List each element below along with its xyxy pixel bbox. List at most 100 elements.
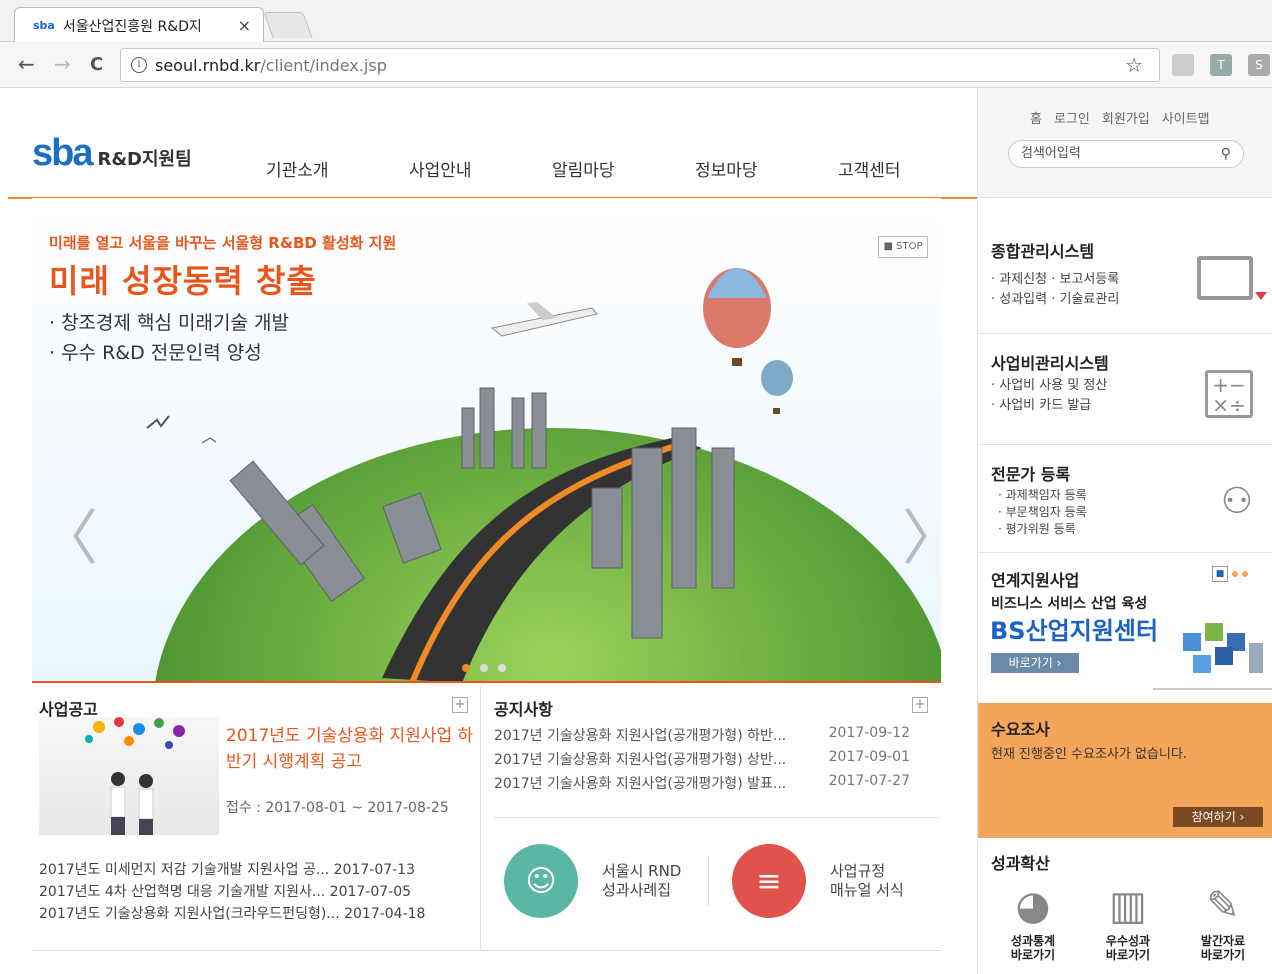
home-link[interactable]: 홈 <box>1030 108 1042 127</box>
search-icon[interactable]: ⚲ <box>1221 141 1231 167</box>
next-slide-icon[interactable]: 〉 <box>902 490 941 577</box>
hero-kicker: 미래를 열고 서울을 바꾸는 서울형 R&BD 활성화 지원 <box>49 234 397 252</box>
system-item[interactable]: · 사업비 사용 및 정산 <box>991 376 1107 396</box>
system-item[interactable]: · 부문책임자 등록 <box>998 504 1087 521</box>
notice-title: 2017년 기술상용화 지원사업(공개평가형) 상반... <box>494 752 787 768</box>
address-bar[interactable]: i seoul.rnbd.kr/client/index.jsp ☆ <box>120 48 1160 82</box>
slide-dot[interactable] <box>498 664 506 672</box>
login-link[interactable]: 로그인 <box>1054 108 1090 127</box>
linked-support-banner[interactable]: 연계지원사업 ■ 비즈니스 서비스 산업 육성 BS산업지원센터 바로가기 › <box>978 553 1272 703</box>
section-title: 공지사항 <box>494 700 553 719</box>
quick-link-casebook[interactable]: ☺ 서울시 RND 성과사례집 <box>504 844 681 918</box>
best-results-link[interactable]: ▥ 우수성과 바로가기 <box>1088 878 1168 962</box>
notice-title: 2017년 기술상용화 지원사업(공개평가형) 하반... <box>494 728 787 744</box>
announcement-thumbnail[interactable] <box>39 717 219 835</box>
calculator-icon: +− ×÷ <box>1205 370 1253 418</box>
system-item[interactable]: · 평가위원 등록 <box>998 521 1087 538</box>
forward-icon[interactable]: → <box>54 52 71 76</box>
info-icon[interactable]: i <box>131 57 147 73</box>
perf-label: 바로가기 <box>1200 948 1246 962</box>
sba-logo-mark: sba <box>32 132 94 174</box>
new-tab-button[interactable] <box>263 12 313 38</box>
extension-icon[interactable] <box>1172 54 1194 76</box>
pager-dot[interactable] <box>1242 571 1248 577</box>
notice-row[interactable]: 2017년 기술상용화 지원사업(공개평가형) 상반... 2017-09-01 <box>494 749 934 769</box>
expert-registration[interactable]: 전문가 등록 · 과제책임자 등록 · 부문책임자 등록 · 평가위원 등록 ⚇ <box>978 445 1272 553</box>
nav-business[interactable]: 사업안내 <box>409 156 552 181</box>
browser-toolbar: ← → C i seoul.rnbd.kr/client/index.jsp ☆… <box>0 42 1272 88</box>
system-item[interactable]: · 성과입력 · 기술료관리 <box>991 290 1119 310</box>
more-plus-icon[interactable]: + <box>912 697 928 713</box>
more-plus-icon[interactable]: + <box>452 697 468 713</box>
publications-link[interactable]: ✎ 발간자료 바로가기 <box>1183 878 1263 962</box>
pager-active[interactable]: ■ <box>1212 566 1228 582</box>
perf-label: 성과통계 <box>1010 934 1056 948</box>
go-button[interactable]: 바로가기 › <box>991 653 1079 673</box>
notice-row[interactable]: 2017년 기술사용화 지원사업(공개평가형) 발표... 2017-07-27 <box>494 773 934 793</box>
list-item[interactable]: 2017년도 4차 산업혁명 대응 기술개발 지원사... 2017-07-05 <box>39 881 425 903</box>
system-title: 전문가 등록 <box>991 465 1071 484</box>
notice-date: 2017-09-01 <box>828 749 910 765</box>
utility-links: 홈 로그인 회원가입 사이트맵 <box>1030 108 1210 127</box>
notice-row[interactable]: 2017년 기술상용화 지원사업(공개평가형) 하반... 2017-09-12 <box>494 725 934 745</box>
right-sidebar: 홈 로그인 회원가입 사이트맵 검색어입력 ⚲ 종합관리시스템 · 과제신청 ·… <box>977 88 1272 974</box>
perf-label: 발간자료 <box>1200 934 1246 948</box>
bar-chart-icon: ▥ <box>1109 883 1147 929</box>
system-item[interactable]: · 사업비 카드 발급 <box>991 396 1107 416</box>
nav-notice[interactable]: 알림마당 <box>552 156 695 181</box>
notice-title: 2017년 기술사용화 지원사업(공개평가형) 발표... <box>494 776 787 792</box>
utility-area: 홈 로그인 회원가입 사이트맵 검색어입력 ⚲ <box>978 88 1272 198</box>
system-item[interactable]: · 과제책임자 등록 <box>998 487 1087 504</box>
browser-tab[interactable]: sba 서울산업진흥원 R&D지 × <box>14 7 264 43</box>
participate-button[interactable]: 참여하기 › <box>1173 807 1263 827</box>
notice-date: 2017-09-12 <box>828 725 910 741</box>
perf-label: 바로가기 <box>1105 948 1151 962</box>
nav-info[interactable]: 정보마당 <box>695 156 838 181</box>
featured-announcement-link[interactable]: 2017년도 기술상용화 지원사업 하반기 시행계획 공고 <box>226 723 476 775</box>
slide-dot[interactable] <box>462 664 470 672</box>
notice-divider <box>494 817 940 818</box>
performance-stats-link[interactable]: ◕ 성과통계 바로가기 <box>993 878 1073 962</box>
extension-t-icon[interactable]: T <box>1210 54 1232 76</box>
nav-support[interactable]: 고객센터 <box>838 156 981 181</box>
bookmark-star-icon[interactable]: ☆ <box>1125 53 1143 77</box>
section-title: 성과확산 <box>991 854 1050 873</box>
banner-title: BS산업지원센터 <box>990 617 1159 645</box>
system-item[interactable]: · 과제신청 · 보고서등록 <box>991 270 1119 290</box>
list-item[interactable]: 2017년도 기술상용화 지원사업(크라우드펀딩형)... 2017-04-18 <box>39 903 425 925</box>
url-path: /client/index.jsp <box>260 55 387 75</box>
quick-label: 사업규정 <box>830 862 886 880</box>
quick-divider <box>708 856 709 906</box>
banner-pager: ■ <box>1212 566 1248 582</box>
hero-divider <box>32 681 941 683</box>
quick-label: 서울시 RND <box>602 862 682 880</box>
close-icon[interactable]: × <box>238 16 251 35</box>
site-logo[interactable]: sba R&D지원팀 <box>32 132 192 175</box>
survey-title: 수요조사 <box>991 720 1050 739</box>
search-input[interactable]: 검색어입력 ⚲ <box>1008 140 1244 168</box>
city-illustration <box>1153 623 1272 690</box>
notice-date: 2017-07-27 <box>828 773 910 789</box>
sitemap-link[interactable]: 사이트맵 <box>1162 108 1210 127</box>
prev-slide-icon[interactable]: 〈 <box>38 490 98 577</box>
pager-dot[interactable] <box>1232 571 1238 577</box>
back-icon[interactable]: ← <box>18 52 35 76</box>
book-icon: ≡ <box>732 844 806 918</box>
demand-survey-box: 수요조사 현재 진행중인 수요조사가 없습니다. 참여하기 › <box>978 703 1272 838</box>
slide-dot[interactable] <box>480 664 488 672</box>
bottom-divider <box>32 950 941 951</box>
favicon-icon: sba <box>33 19 55 32</box>
quick-link-regulations[interactable]: ≡ 사업규정 매뉴얼 서식 <box>732 844 904 918</box>
integrated-management-system[interactable]: 종합관리시스템 · 과제신청 · 보고서등록 · 성과입력 · 기술료관리 <box>978 198 1272 334</box>
hero-title: 미래 성장동력 창출 <box>49 262 317 300</box>
banner-subtitle: 비즈니스 서비스 산업 육성 <box>991 596 1148 612</box>
signup-link[interactable]: 회원가입 <box>1102 108 1150 127</box>
reload-icon[interactable]: C <box>90 54 103 75</box>
list-item[interactable]: 2017년도 미세먼지 저감 기술개발 지원사업 공... 2017-07-13 <box>39 859 425 881</box>
slideshow-stop-button[interactable]: ■ STOP <box>878 236 928 258</box>
business-announcements: 사업공고 + 2017년도 기술상용화 지원사업 하반기 시행계획 공고 접수 … <box>32 693 478 963</box>
budget-management-system[interactable]: 사업비관리시스템 · 사업비 사용 및 정산 · 사업비 카드 발급 +− ×÷ <box>978 334 1272 445</box>
extension-s-icon[interactable]: S <box>1248 54 1270 76</box>
people-icon: ☺ <box>504 844 578 918</box>
nav-about[interactable]: 기관소개 <box>266 156 409 181</box>
